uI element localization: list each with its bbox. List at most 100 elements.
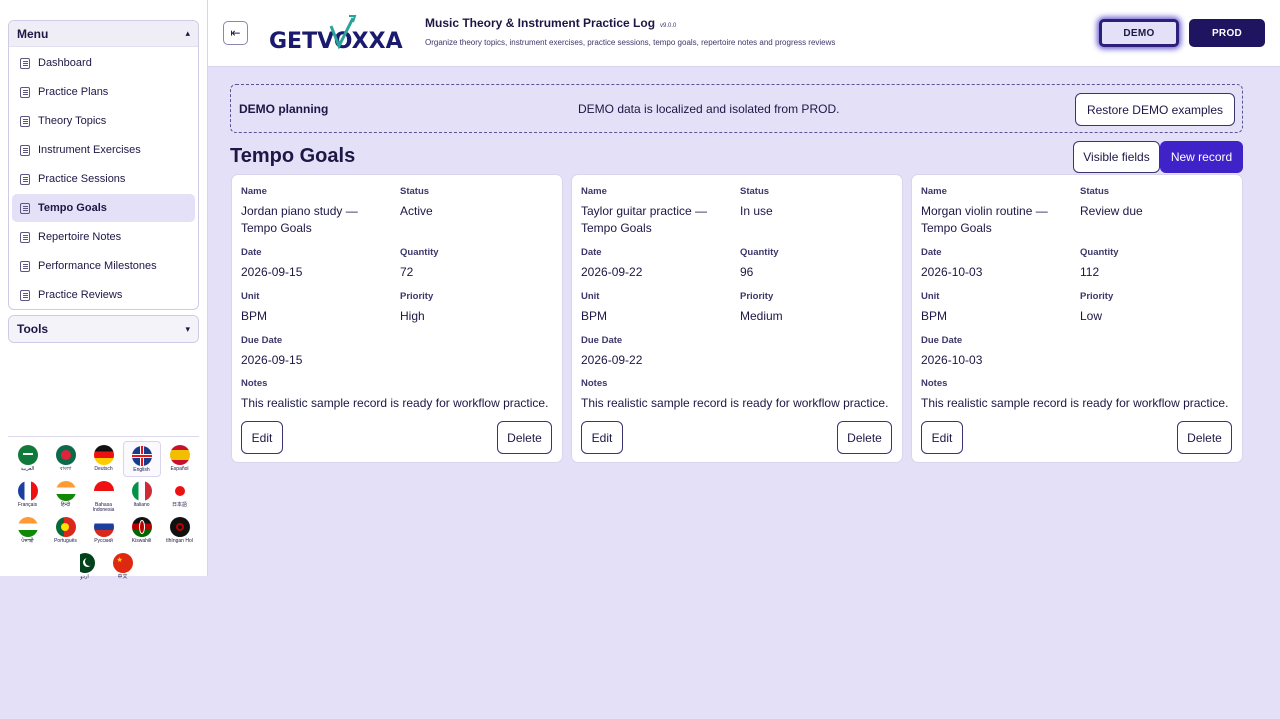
new-record-button[interactable]: New record: [1160, 141, 1243, 173]
language-label: Kiswahili: [131, 538, 152, 544]
sidebar-item-label: Theory Topics: [38, 115, 107, 127]
language-label: Bahasa Indonesia: [92, 502, 115, 513]
sidebar-item-performance-milestones[interactable]: Performance Milestones: [12, 252, 195, 280]
document-icon: [20, 202, 30, 214]
language-klingon[interactable]: tlhIngan Hol: [161, 513, 199, 549]
sidebar-item-practice-plans[interactable]: Practice Plans: [12, 78, 195, 106]
logo-mark: GETVOXXA: [269, 15, 403, 54]
flag-kenya-icon: [131, 517, 152, 537]
unit-value: BPM: [921, 309, 948, 323]
due-date-value: 2026-09-15: [241, 353, 303, 367]
status-value: Review due: [1080, 204, 1143, 218]
language-hindi[interactable]: हिन्दी: [47, 477, 85, 513]
priority-value: Low: [1080, 309, 1103, 323]
sidebar-item-dashboard[interactable]: Dashboard: [12, 49, 195, 77]
quantity-value: 112: [1080, 265, 1100, 279]
sidebar-item-label: Practice Reviews: [38, 289, 123, 301]
language-italian[interactable]: Italiano: [123, 477, 161, 513]
language-label: বাংলা: [59, 466, 72, 472]
edit-button[interactable]: Edit: [581, 421, 623, 454]
language-label: Português: [54, 538, 77, 544]
notes-field: Notes This realistic sample record is re…: [581, 378, 899, 412]
language-label: हिन्दी: [60, 502, 71, 508]
quantity-field: Quantity 96: [740, 247, 890, 281]
delete-button[interactable]: Delete: [837, 421, 892, 454]
date-field: Date 2026-09-15: [241, 247, 391, 281]
language-portuguese[interactable]: Português: [47, 513, 85, 549]
document-icon: [20, 260, 30, 272]
language-bengali[interactable]: বাংলা: [47, 441, 85, 477]
menu-panel: Menu ▴ Dashboard Practice Plans Theory T…: [8, 20, 199, 310]
name-field: Name Morgan violin routine — Tempo Goals: [921, 186, 1071, 237]
menu-header[interactable]: Menu ▴: [9, 21, 198, 47]
banner-title: DEMO planning: [239, 101, 329, 116]
language-french[interactable]: Français: [9, 477, 47, 513]
language-german[interactable]: Deutsch: [85, 441, 123, 477]
tools-header[interactable]: Tools ▾: [9, 316, 198, 342]
name-value: Taylor guitar practice — Tempo Goals: [581, 204, 708, 235]
flag-russia-icon: [93, 517, 114, 537]
language-chinese[interactable]: ★ 中文: [104, 549, 142, 585]
priority-label: Priority: [1080, 291, 1114, 302]
language-label: العربية: [20, 466, 35, 472]
flag-india-icon: [55, 481, 76, 501]
sidebar-item-label: Practice Sessions: [38, 173, 126, 185]
date-value: 2026-10-03: [921, 265, 983, 279]
name-label: Name: [241, 186, 267, 197]
visible-fields-button[interactable]: Visible fields: [1073, 141, 1160, 173]
language-swahili[interactable]: Kiswahili: [123, 513, 161, 549]
quantity-field: Quantity 112: [1080, 247, 1230, 281]
edit-button[interactable]: Edit: [241, 421, 283, 454]
sidebar-item-repertoire-notes[interactable]: Repertoire Notes: [12, 223, 195, 251]
language-label: Français: [17, 502, 38, 508]
language-russian[interactable]: Русский: [85, 513, 123, 549]
flag-saudi-arabia-icon: [17, 445, 38, 465]
sidebar-item-label: Tempo Goals: [38, 202, 107, 214]
language-urdu[interactable]: اردو: [66, 549, 104, 585]
tools-title: Tools: [17, 322, 49, 336]
language-label: 日本語: [171, 502, 187, 508]
priority-field: Priority Low: [1080, 291, 1230, 325]
language-punjabi[interactable]: ਪੰਜਾਬੀ: [9, 513, 47, 549]
date-value: 2026-09-15: [241, 265, 303, 279]
status-value: Active: [400, 204, 433, 218]
flag-germany-icon: [93, 445, 114, 465]
flag-spain-icon: [169, 445, 190, 465]
tools-panel: Tools ▾: [8, 315, 199, 343]
banner-text: DEMO data is localized and isolated from…: [578, 101, 840, 116]
notes-label: Notes: [581, 378, 608, 389]
unit-value: BPM: [581, 309, 608, 323]
sidebar-item-practice-sessions[interactable]: Practice Sessions: [12, 165, 195, 193]
quantity-value: 72: [400, 265, 414, 279]
sidebar-item-practice-reviews[interactable]: Practice Reviews: [12, 281, 195, 309]
unit-field: Unit BPM: [921, 291, 1071, 325]
sidebar-item-theory-topics[interactable]: Theory Topics: [12, 107, 195, 135]
status-label: Status: [740, 186, 770, 197]
sidebar-item-label: Performance Milestones: [38, 260, 157, 272]
edit-button[interactable]: Edit: [921, 421, 963, 454]
sidebar-item-tempo-goals[interactable]: Tempo Goals: [12, 194, 195, 222]
due-date-label: Due Date: [581, 335, 623, 346]
language-spanish[interactable]: Español: [161, 441, 199, 477]
language-indonesian[interactable]: Bahasa Indonesia: [85, 477, 123, 513]
quantity-label: Quantity: [400, 247, 439, 258]
sidebar-item-instrument-exercises[interactable]: Instrument Exercises: [12, 136, 195, 164]
date-label: Date: [921, 247, 942, 258]
env-demo-button[interactable]: DEMO: [1099, 19, 1179, 47]
record-card: Name Taylor guitar practice — Tempo Goal…: [571, 174, 903, 463]
language-english[interactable]: English: [122, 441, 161, 477]
delete-button[interactable]: Delete: [1177, 421, 1232, 454]
flag-portugal-icon: [55, 517, 76, 537]
language-label: Русский: [94, 538, 113, 544]
sidebar-toggle-button[interactable]: ⇤: [223, 21, 248, 45]
env-prod-button[interactable]: PROD: [1189, 19, 1265, 47]
flag-indonesia-icon: [93, 481, 114, 501]
restore-demo-button[interactable]: Restore DEMO examples: [1074, 93, 1235, 126]
language-arabic[interactable]: العربية: [9, 441, 47, 477]
language-japanese[interactable]: 日本語: [161, 477, 199, 513]
delete-button[interactable]: Delete: [497, 421, 552, 454]
language-label: English: [133, 467, 150, 473]
priority-field: Priority High: [400, 291, 550, 325]
document-icon: [20, 144, 30, 156]
name-field: Name Taylor guitar practice — Tempo Goal…: [581, 186, 731, 237]
